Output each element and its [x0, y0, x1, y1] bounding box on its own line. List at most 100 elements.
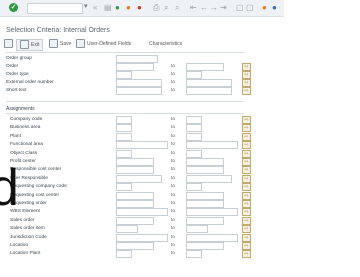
back-double-icon[interactable]: «: [93, 3, 97, 13]
last-page-icon[interactable]: ⇥: [220, 3, 227, 13]
range-to-input[interactable]: [186, 208, 238, 217]
multiple-selection-icon[interactable]: ⇨: [242, 116, 251, 124]
previous-page-icon[interactable]: ←: [200, 3, 208, 13]
command-field[interactable]: [27, 3, 83, 14]
range-from-input[interactable]: [116, 183, 132, 192]
order-to-input[interactable]: [186, 63, 224, 71]
multiple-selection-icon[interactable]: ⇨: [242, 132, 251, 141]
range-from-input[interactable]: [116, 124, 132, 133]
short-text-from-input[interactable]: [116, 87, 162, 95]
range-from-input[interactable]: [116, 174, 162, 183]
exit-button[interactable]: Exit: [16, 39, 44, 51]
range-from-input[interactable]: [116, 208, 168, 217]
range-to-input[interactable]: [186, 191, 224, 200]
to-label: to: [171, 150, 176, 156]
multiple-selection-icon[interactable]: ⇨: [242, 141, 251, 150]
find-icon[interactable]: ⌕: [164, 3, 168, 13]
multiple-selection-icon[interactable]: ⇨: [242, 87, 251, 95]
next-page-icon[interactable]: →: [210, 3, 218, 13]
order-group-input[interactable]: [116, 55, 158, 63]
range-from-input[interactable]: [116, 166, 154, 175]
multiple-selection-icon[interactable]: ⇨: [242, 250, 251, 259]
back-icon[interactable]: ●: [115, 3, 120, 13]
range-to-input[interactable]: [186, 116, 202, 124]
to-label: to: [171, 80, 176, 85]
multiple-selection-icon[interactable]: ⇨: [242, 174, 251, 183]
range-from-input[interactable]: [116, 141, 168, 150]
multiple-selection-icon[interactable]: ⇨: [242, 233, 251, 242]
field-label: External order number: [6, 80, 54, 85]
exit-icon[interactable]: ●: [126, 3, 131, 13]
range-from-input[interactable]: [116, 225, 138, 234]
short-text-to-input[interactable]: [186, 87, 232, 95]
range-to-input[interactable]: [186, 166, 224, 175]
multiple-selection-icon[interactable]: ⇨: [242, 191, 251, 200]
divider: [6, 52, 244, 53]
range-to-input[interactable]: [186, 216, 224, 225]
multiple-selection-icon[interactable]: ⇨: [242, 242, 251, 250]
enter-check-icon[interactable]: ✓: [9, 3, 18, 12]
range-from-input[interactable]: [116, 116, 132, 124]
external-order-from-input[interactable]: [116, 79, 162, 87]
range-to-input[interactable]: [186, 233, 238, 242]
to-label: to: [171, 64, 176, 69]
multiple-selection-icon[interactable]: ⇨: [242, 63, 251, 71]
range-to-input[interactable]: [186, 132, 202, 141]
to-label: to: [171, 209, 176, 215]
range-to-input[interactable]: [186, 174, 232, 183]
characteristics-button[interactable]: Characteristics: [149, 39, 182, 49]
range-from-input[interactable]: [116, 200, 154, 208]
range-from-input[interactable]: [116, 158, 154, 166]
range-to-input[interactable]: [186, 124, 202, 133]
range-to-input[interactable]: [186, 200, 224, 208]
range-from-input[interactable]: [116, 233, 168, 242]
range-from-input[interactable]: [116, 242, 154, 250]
range-from-input[interactable]: [116, 216, 154, 225]
save-icon[interactable]: ▤: [104, 3, 112, 13]
user-defined-fields-button[interactable]: User-Defined Fields: [76, 39, 131, 49]
range-to-input[interactable]: [186, 183, 202, 192]
multiple-selection-icon[interactable]: ⇨: [242, 208, 251, 217]
characteristics-label: Characteristics: [149, 41, 183, 47]
range-from-input[interactable]: [116, 250, 132, 259]
find-next-icon[interactable]: ⌕: [175, 3, 179, 13]
order-type-from-input[interactable]: [116, 71, 132, 79]
range-to-input[interactable]: [186, 141, 238, 150]
multiple-selection-icon[interactable]: ⇨: [242, 216, 251, 225]
range-from-input[interactable]: [116, 132, 132, 141]
range-to-input[interactable]: [186, 242, 224, 250]
save-variant-icon: [49, 39, 58, 49]
command-history-dropdown-icon[interactable]: ▾: [84, 2, 88, 10]
to-label: to: [171, 175, 176, 181]
field-label: Company code: [10, 117, 43, 122]
range-to-input[interactable]: [186, 149, 202, 158]
multiple-selection-icon[interactable]: ⇨: [242, 124, 251, 133]
range-to-input[interactable]: [186, 158, 224, 166]
field-label: Functional area: [10, 142, 44, 148]
multiple-selection-icon[interactable]: ⇨: [242, 71, 251, 79]
range-from-input[interactable]: [116, 149, 132, 158]
help-icon[interactable]: ●: [262, 3, 267, 13]
customize-layout-icon[interactable]: ●: [272, 3, 277, 13]
print-icon[interactable]: ⎙: [153, 3, 159, 13]
multiple-selection-icon[interactable]: ⇨: [242, 79, 251, 87]
multiple-selection-icon[interactable]: ⇨: [242, 183, 251, 192]
cancel-icon[interactable]: ●: [137, 3, 142, 13]
multiple-selection-icon[interactable]: ⇨: [242, 149, 251, 158]
shortcut-icon[interactable]: ▢: [246, 3, 254, 13]
multiple-selection-icon[interactable]: ⇨: [242, 158, 251, 166]
order-from-input[interactable]: [116, 63, 154, 71]
range-to-input[interactable]: [186, 250, 202, 259]
save-button[interactable]: Save: [49, 39, 71, 49]
multiple-selection-icon[interactable]: ⇨: [242, 200, 251, 208]
range-to-input[interactable]: [186, 225, 208, 234]
multiple-selection-icon[interactable]: ⇨: [242, 225, 251, 234]
variant-button[interactable]: [4, 39, 15, 49]
first-page-icon[interactable]: ⇤: [190, 3, 197, 13]
field-label: Location Plant: [10, 251, 41, 257]
range-from-input[interactable]: [116, 191, 154, 200]
order-type-to-input[interactable]: [186, 71, 202, 79]
external-order-to-input[interactable]: [186, 79, 232, 87]
new-session-icon[interactable]: ▢: [236, 3, 244, 13]
multiple-selection-icon[interactable]: ⇨: [242, 166, 251, 175]
